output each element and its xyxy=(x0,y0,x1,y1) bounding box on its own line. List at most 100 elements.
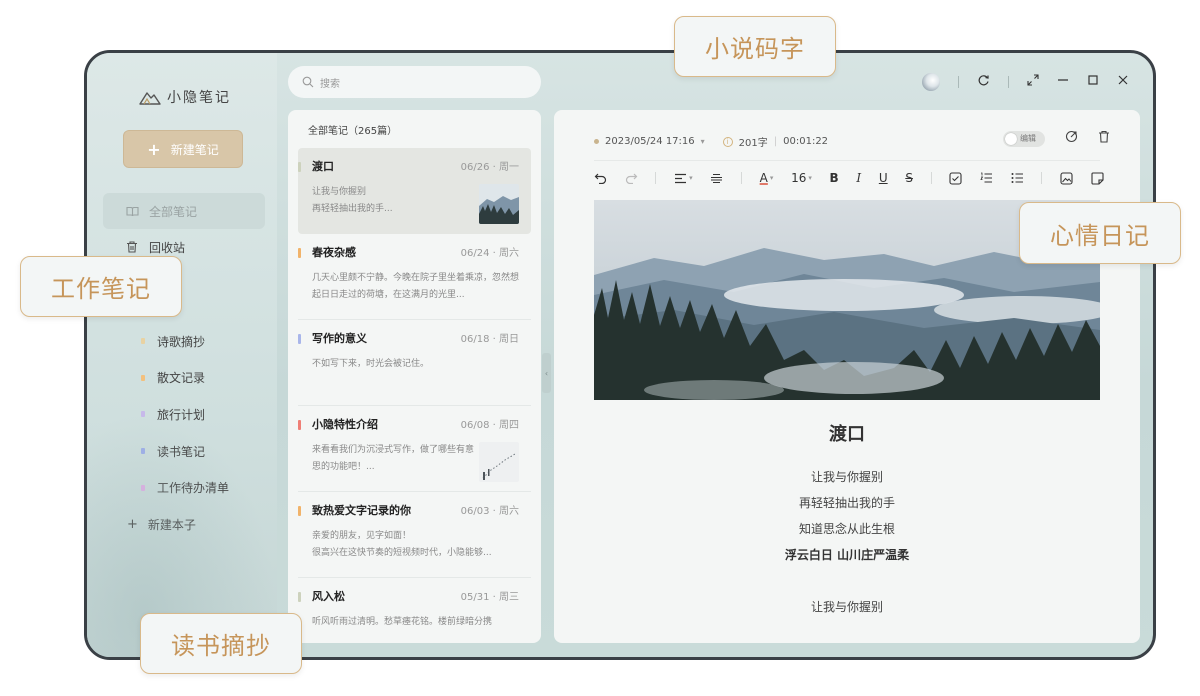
doc-title: 渡口 xyxy=(829,424,865,445)
close-icon[interactable] xyxy=(1117,74,1129,90)
app-window: 小隐笔记 + 新建笔记 全部笔记 回收站 诗歌摘抄 散文记录 旅行计划 读书笔记… xyxy=(84,50,1156,660)
sidebar-item-label: 回收站 xyxy=(149,240,186,255)
notebook-item[interactable]: 旅行计划 xyxy=(103,396,265,433)
divider xyxy=(1008,76,1009,88)
sticky-note-icon[interactable] xyxy=(1091,171,1104,185)
editor-panel: 2023/05/24 17:16 ▾ i 201字 | 00:01:22 编辑 xyxy=(554,110,1140,643)
checkbox-icon[interactable] xyxy=(949,171,962,185)
strikethrough-icon[interactable]: S xyxy=(905,171,913,185)
divider xyxy=(655,172,657,184)
divider xyxy=(1041,172,1043,184)
underline-icon[interactable]: U xyxy=(879,171,888,185)
sidebar-item-all-notes[interactable]: 全部笔记 xyxy=(103,193,265,229)
notebook-color-tag xyxy=(141,338,145,345)
bold-icon[interactable]: B xyxy=(830,171,839,185)
note-title: 春夜杂感 xyxy=(312,246,356,259)
note-excerpt: 不如写下来，时光会被记住。 xyxy=(312,359,430,369)
delete-icon[interactable] xyxy=(1098,130,1110,147)
doc-line: 让我与你握别 xyxy=(810,600,883,614)
search-input[interactable]: 搜索 xyxy=(288,66,541,98)
notebook-item[interactable]: 读书笔记 xyxy=(103,433,265,470)
ordered-list-icon[interactable] xyxy=(980,172,993,184)
note-color-dot xyxy=(594,139,599,144)
avatar[interactable] xyxy=(922,73,940,91)
toggle-label: 编辑 xyxy=(1020,134,1036,143)
notebook-item[interactable]: 工作待办清单 xyxy=(103,469,265,506)
fullscreen-icon[interactable] xyxy=(1027,74,1039,90)
chevron-down-icon: ▾ xyxy=(689,174,693,182)
minimize-icon[interactable] xyxy=(1057,74,1069,90)
app-brand: 小隐笔记 xyxy=(139,87,231,107)
callout-reading: 读书摘抄 xyxy=(140,613,302,674)
image-icon[interactable] xyxy=(1060,171,1073,185)
new-note-button[interactable]: + 新建笔记 xyxy=(123,130,243,168)
note-title: 写作的意义 xyxy=(312,332,367,345)
word-count: 201字 xyxy=(738,138,768,149)
sidebar-item-label: 全部笔记 xyxy=(149,204,198,219)
font-size-value: 16 xyxy=(791,171,807,185)
note-date: 05/31 · 周三 xyxy=(460,592,519,603)
maximize-icon[interactable] xyxy=(1087,74,1099,90)
note-list: 全部笔记（265篇） 渡口 06/26 · 周一 让我与你握别 再轻轻抽出我的手… xyxy=(288,110,541,643)
book-icon xyxy=(125,206,139,217)
notebook-label: 读书笔记 xyxy=(157,444,206,459)
list-item[interactable]: 渡口 06/26 · 周一 让我与你握别 再轻轻抽出我的手... xyxy=(298,148,531,234)
doc-line: 再轻轻抽出我的手 xyxy=(798,496,895,510)
note-title: 风入松 xyxy=(312,590,345,603)
chevron-down-icon[interactable]: ▾ xyxy=(701,137,705,146)
sync-icon[interactable] xyxy=(977,74,990,91)
note-excerpt: 亲爱的朋友，见字如面！ 很高兴在这快节奏的短视频时代，小隐能够... xyxy=(312,531,492,558)
format-toolbar: ▾ A ▾ 16 ▾ B I U S xyxy=(594,167,1104,189)
note-document[interactable]: 渡口 让我与你握别 再轻轻抽出我的手 知道思念从此生根 浮云白日 山川庄严温柔 … xyxy=(594,420,1100,620)
note-excerpt: 几天心里颇不宁静。今晚在院子里坐着乘凉，忽然想起日日走过的荷塘，在这满月的光里.… xyxy=(312,273,520,300)
note-title: 渡口 xyxy=(312,160,334,173)
note-datetime[interactable]: 2023/05/24 17:16 xyxy=(605,136,695,147)
toggle-knob xyxy=(1005,132,1017,145)
window-controls xyxy=(922,73,1129,91)
note-date: 06/26 · 周一 xyxy=(460,162,519,173)
font-color-icon: A xyxy=(759,171,768,185)
note-title: 小隐特性介绍 xyxy=(312,418,378,431)
note-thumbnail xyxy=(479,184,519,224)
collapse-list-handle[interactable]: ‹ xyxy=(542,353,551,393)
chevron-down-icon: ▾ xyxy=(769,174,774,182)
brand-name: 小隐笔记 xyxy=(167,90,231,106)
list-item[interactable]: 致热爱文字记录的你 06/03 · 周六 亲爱的朋友，见字如面！ 很高兴在这快节… xyxy=(298,492,531,578)
note-list-header: 全部笔记（265篇） xyxy=(308,125,398,137)
align-dropdown[interactable]: ▾ xyxy=(674,173,693,184)
line-spacing-icon[interactable] xyxy=(710,173,723,184)
sidebar-nav: 全部笔记 回收站 诗歌摘抄 散文记录 旅行计划 读书笔记 工作待办清单 + 新建… xyxy=(103,193,265,543)
list-item[interactable]: 小隐特性介绍 06/08 · 周四 来看看我们为沉浸式写作，做了哪些有意思的功能… xyxy=(298,406,531,492)
share-icon[interactable] xyxy=(1065,130,1078,147)
note-excerpt: 听风听雨过清明。愁草瘗花铭。楼前绿暗分携 xyxy=(312,617,493,627)
notebook-label: 诗歌摘抄 xyxy=(157,334,206,349)
redo-icon[interactable] xyxy=(625,172,638,184)
divider xyxy=(958,76,959,88)
list-item[interactable]: 写作的意义 06/18 · 周日 不如写下来，时光会被记住。 xyxy=(298,320,531,406)
note-excerpt: 让我与你握别 再轻轻抽出我的手... xyxy=(312,187,393,214)
doc-line: 知道思念从此生根 xyxy=(798,522,895,536)
undo-icon[interactable] xyxy=(594,172,607,184)
sidebar: 小隐笔记 + 新建笔记 全部笔记 回收站 诗歌摘抄 散文记录 旅行计划 读书笔记… xyxy=(87,53,277,657)
italic-icon[interactable]: I xyxy=(856,171,861,185)
list-item[interactable]: 春夜杂感 06/24 · 周六 几天心里颇不宁静。今晚在院子里坐着乘凉，忽然想起… xyxy=(298,234,531,320)
note-color-tag xyxy=(298,248,301,258)
list-item[interactable]: 风入松 05/31 · 周三 听风听雨过清明。愁草瘗花铭。楼前绿暗分携 xyxy=(298,578,531,643)
notebook-item[interactable]: 诗歌摘抄 xyxy=(103,323,265,360)
divider xyxy=(740,172,742,184)
add-notebook-label: 新建本子 xyxy=(147,517,196,532)
add-notebook-button[interactable]: + 新建本子 xyxy=(103,506,265,543)
font-size-dropdown[interactable]: 16 ▾ xyxy=(791,171,812,185)
notebook-color-tag xyxy=(141,411,145,418)
bullet-list-icon[interactable] xyxy=(1011,172,1024,184)
notebook-label: 散文记录 xyxy=(157,371,206,386)
editor-actions: 编辑 xyxy=(1003,130,1110,147)
chevron-left-icon: ‹ xyxy=(544,368,549,378)
mountain-logo-icon xyxy=(139,92,161,105)
note-color-tag xyxy=(298,162,301,172)
note-date: 06/24 · 周六 xyxy=(460,248,519,259)
info-icon[interactable]: i xyxy=(722,136,733,147)
notebook-item[interactable]: 散文记录 xyxy=(103,360,265,397)
edit-mode-toggle[interactable]: 编辑 xyxy=(1003,130,1045,147)
font-color-dropdown[interactable]: A ▾ xyxy=(760,171,774,185)
